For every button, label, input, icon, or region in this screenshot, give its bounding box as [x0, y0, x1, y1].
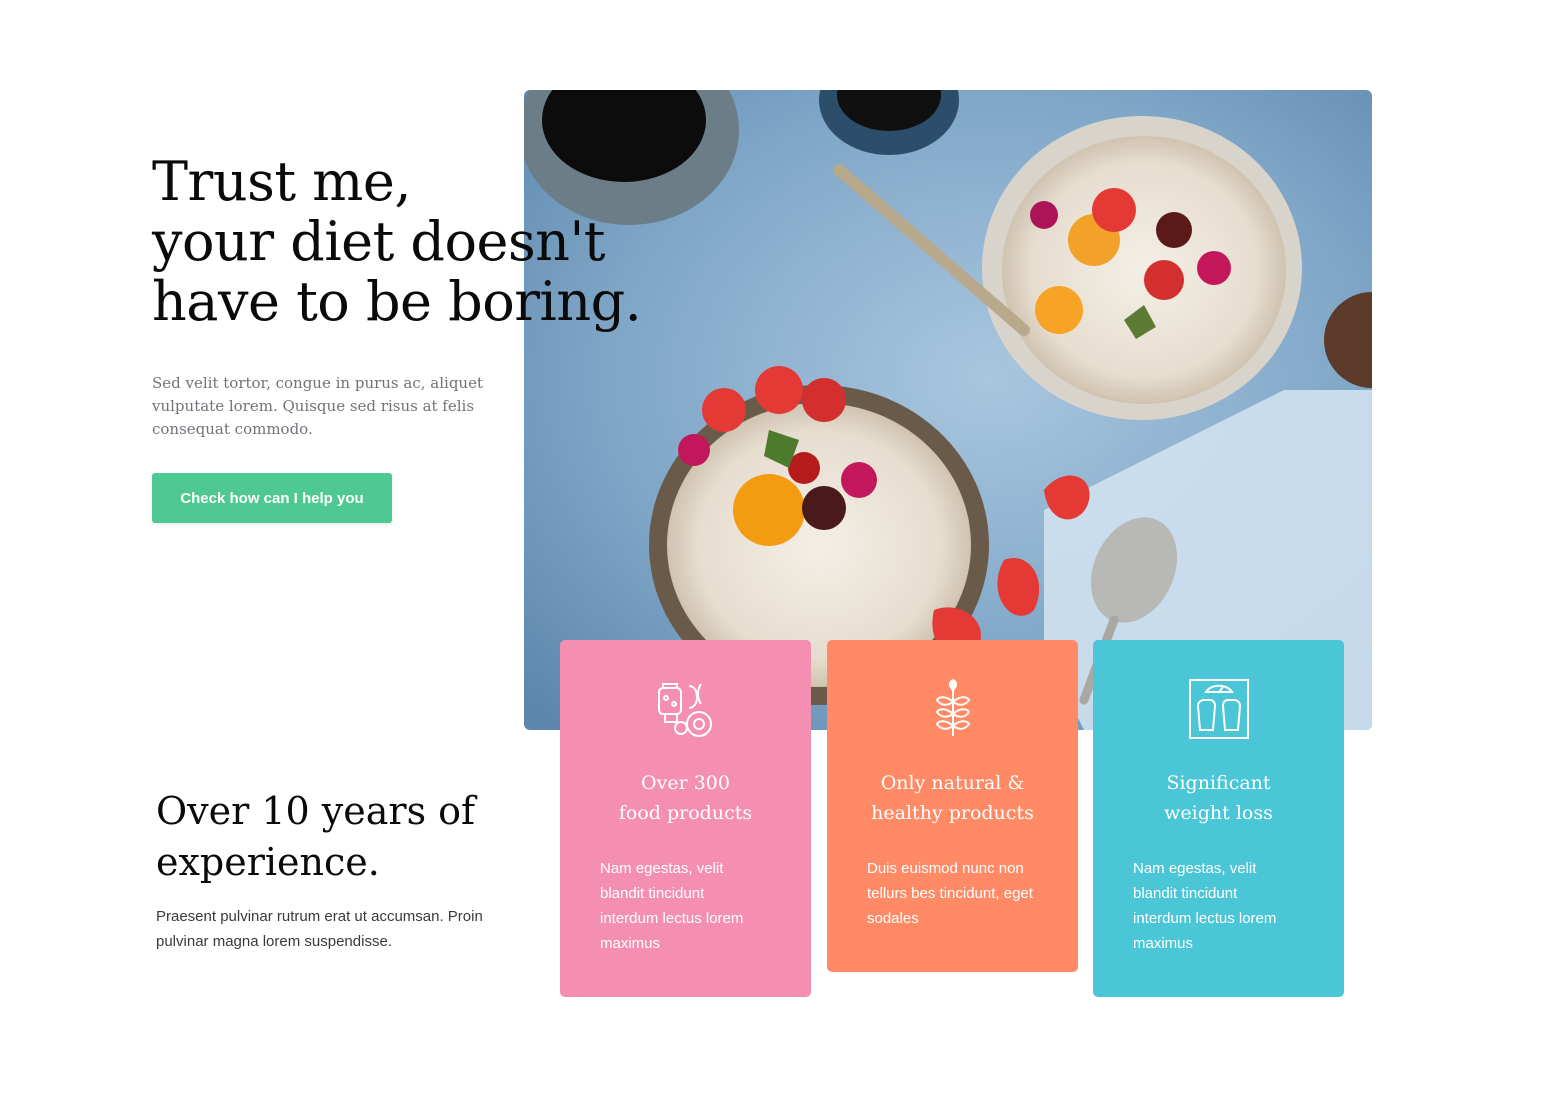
food-products-icon	[655, 678, 717, 740]
card-description: Nam egestas, velit blandit tincidunt int…	[600, 856, 780, 956]
card-title-line: Significant	[1166, 772, 1271, 794]
card-description: Duis euismod nunc non tellurs bes tincid…	[867, 856, 1047, 931]
hero-title-line: your diet doesn't	[152, 210, 606, 273]
hero-title-line: have to be boring.	[152, 270, 642, 333]
experience-description: Praesent pulvinar rutrum erat ut accumsa…	[156, 904, 516, 954]
card-description-line: Nam egestas, velit	[600, 860, 724, 877]
check-how-can-i-help-button[interactable]: Check how can I help you	[152, 473, 392, 523]
card-title: Only natural & healthy products	[827, 768, 1078, 828]
card-title-line: Only natural &	[880, 772, 1025, 794]
hero-description-line: Sed velit tortor, congue in purus ac, al…	[152, 374, 483, 392]
card-description: Nam egestas, velit blandit tincidunt int…	[1133, 856, 1313, 956]
experience-title-line: experience.	[156, 840, 380, 884]
card-description-line: maximus	[600, 935, 661, 952]
hero-description: Sed velit tortor, congue in purus ac, al…	[152, 372, 483, 441]
hero-title: Trust me, your diet doesn't have to be b…	[152, 150, 642, 333]
hero-description-line: consequat commodo.	[152, 420, 313, 438]
card-description-line: tellurs bes tincidunt, eget	[867, 885, 1033, 902]
card-title-line: healthy products	[871, 802, 1034, 824]
hero-description-line: vulputate lorem. Quisque sed risus at fe…	[152, 397, 475, 415]
card-title-line: Over 300	[641, 772, 730, 794]
card-description-line: sodales	[867, 910, 919, 927]
experience-description-line: pulvinar magna lorem suspendisse.	[156, 933, 392, 950]
weight-scale-icon	[1188, 678, 1250, 740]
wheat-leaf-icon	[922, 678, 984, 740]
card-description-line: maximus	[1133, 935, 1194, 952]
hero-food-image	[524, 90, 1372, 730]
hero-title-line: Trust me,	[152, 150, 412, 213]
feature-card-natural-products: Only natural & healthy products Duis eui…	[827, 640, 1078, 972]
card-title-line: food products	[618, 802, 753, 824]
card-description-line: blandit tincidunt	[600, 885, 705, 902]
card-title-line: weight loss	[1164, 802, 1273, 824]
experience-description-line: Praesent pulvinar rutrum erat ut accumsa…	[156, 908, 483, 925]
card-description-line: blandit tincidunt	[1133, 885, 1238, 902]
experience-title: Over 10 years of experience.	[156, 786, 475, 888]
experience-title-line: Over 10 years of	[156, 789, 476, 833]
card-description-line: interdum lectus lorem	[1133, 910, 1277, 927]
card-title: Over 300 food products	[560, 768, 811, 828]
card-title: Significant weight loss	[1093, 768, 1344, 828]
feature-card-weight-loss: Significant weight loss Nam egestas, vel…	[1093, 640, 1344, 997]
feature-card-food-products: Over 300 food products Nam egestas, veli…	[560, 640, 811, 997]
card-description-line: Nam egestas, velit	[1133, 860, 1257, 877]
card-description-line: Duis euismod nunc non	[867, 860, 1024, 877]
card-description-line: interdum lectus lorem	[600, 910, 744, 927]
